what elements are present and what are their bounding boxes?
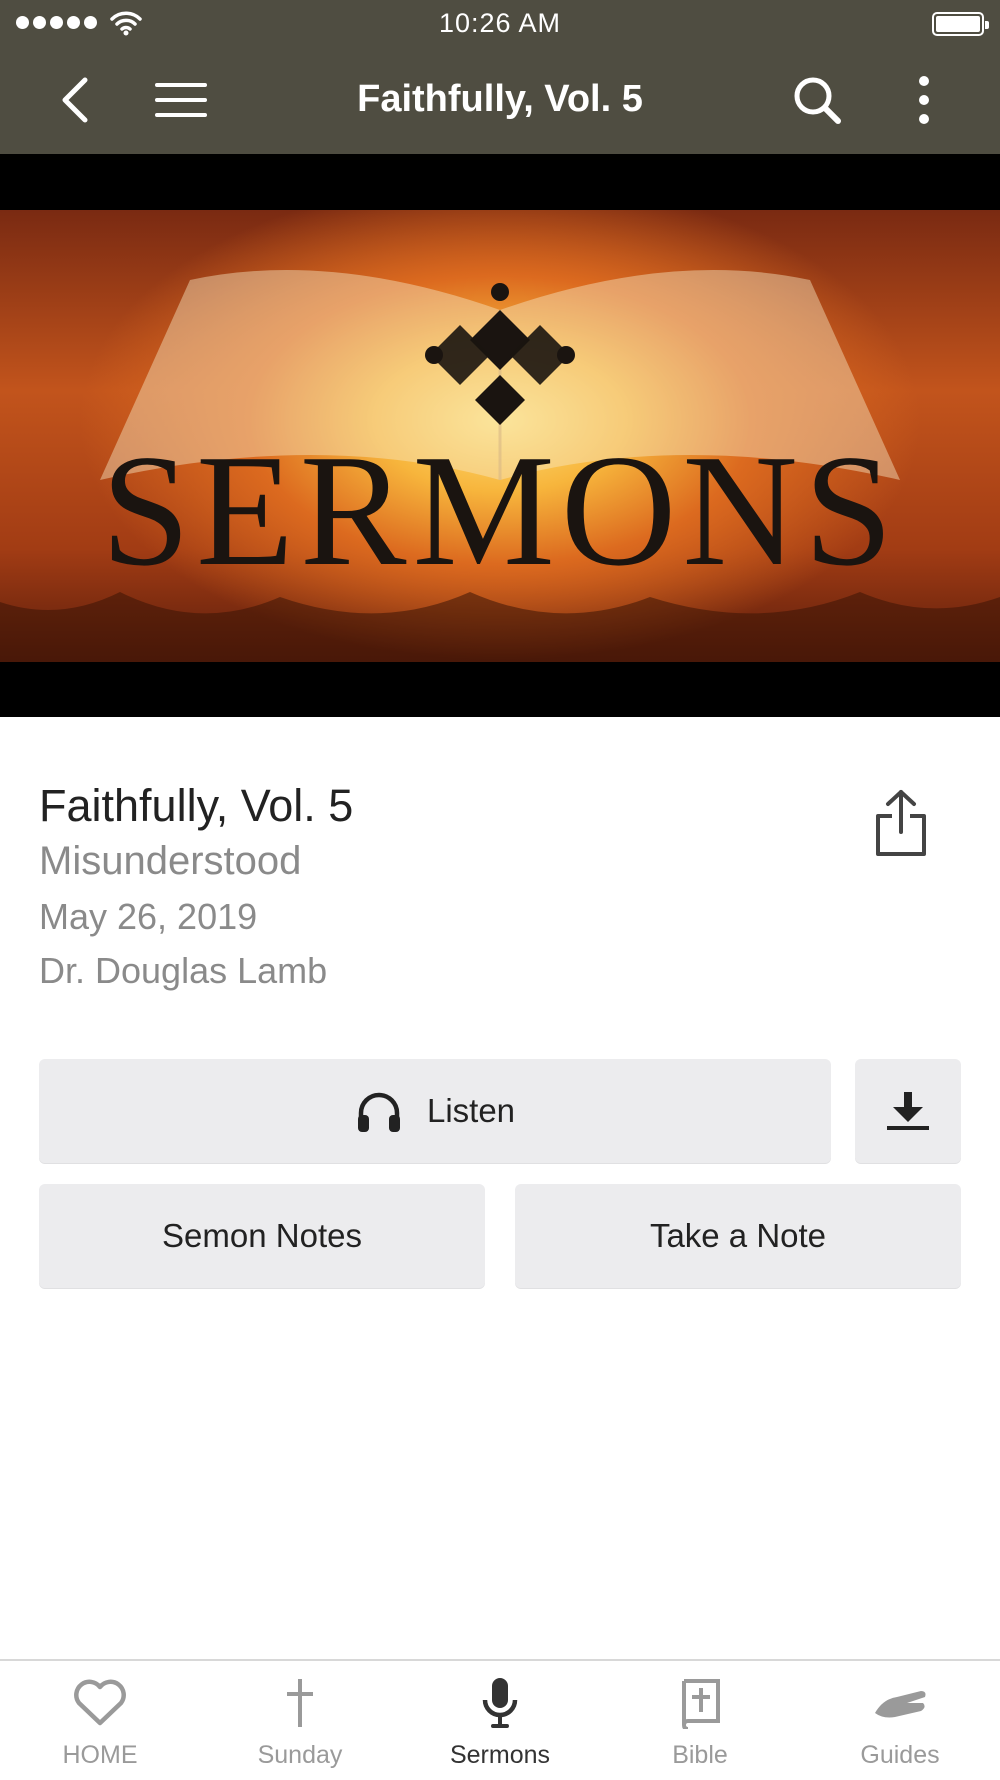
page-title: Faithfully, Vol. 5 — [357, 78, 643, 120]
battery-icon — [932, 12, 989, 36]
download-icon — [887, 1092, 929, 1130]
tab-label: Sermons — [449, 1741, 551, 1769]
tab-label: Bible — [672, 1741, 728, 1769]
tab-label: Sunday — [257, 1741, 343, 1769]
tab-bar: HOME Sunday Sermons Bible Guides — [0, 1659, 1000, 1780]
take-a-note-button[interactable]: Take a Note — [515, 1184, 961, 1288]
tab-sunday[interactable]: Sunday — [200, 1661, 400, 1780]
tab-label: HOME — [62, 1741, 138, 1769]
sermon-notes-label: Semon Notes — [162, 1217, 362, 1254]
church-logo — [425, 283, 575, 425]
sermon-subtitle: Misunderstood — [39, 839, 302, 883]
sermon-speaker: Dr. Douglas Lamb — [39, 950, 328, 991]
bible-icon — [681, 1679, 720, 1729]
sermon-title: Faithfully, Vol. 5 — [39, 780, 354, 831]
status-bar: 10:26 AM — [0, 0, 1000, 50]
more-options-button[interactable] — [894, 70, 954, 130]
take-a-note-label: Take a Note — [649, 1217, 827, 1254]
heart-icon — [74, 1679, 126, 1726]
tab-label: Guides — [860, 1741, 940, 1769]
headphones-icon — [355, 1089, 403, 1133]
listen-label: Listen — [426, 1092, 516, 1129]
microphone-icon — [482, 1678, 518, 1728]
tab-home[interactable]: HOME — [0, 1661, 200, 1780]
sermon-date: May 26, 2019 — [39, 896, 258, 937]
tab-guides[interactable]: Guides — [800, 1661, 1000, 1780]
tab-bible[interactable]: Bible — [600, 1661, 800, 1780]
sermon-details: Faithfully, Vol. 5 Misunderstood May 26,… — [39, 780, 353, 998]
top-bar: 10:26 AM Faithfully, Vol. 5 — [0, 0, 1000, 154]
status-time: 10:26 AM — [438, 8, 562, 38]
share-icon[interactable] — [872, 788, 930, 858]
tab-sermons[interactable]: Sermons — [400, 1661, 600, 1780]
listen-button[interactable]: Listen — [39, 1059, 831, 1163]
sermon-artwork: SERMONS — [0, 154, 1000, 717]
search-icon — [794, 77, 841, 124]
more-vertical-icon — [919, 76, 929, 124]
grass-graphic — [0, 592, 1000, 662]
hand-icon — [875, 1691, 926, 1718]
search-button[interactable] — [787, 70, 847, 130]
sermon-notes-button[interactable]: Semon Notes — [39, 1184, 485, 1288]
download-button[interactable] — [855, 1059, 961, 1163]
cross-icon — [287, 1679, 313, 1727]
sermon-banner-image: SERMONS — [0, 210, 1000, 662]
